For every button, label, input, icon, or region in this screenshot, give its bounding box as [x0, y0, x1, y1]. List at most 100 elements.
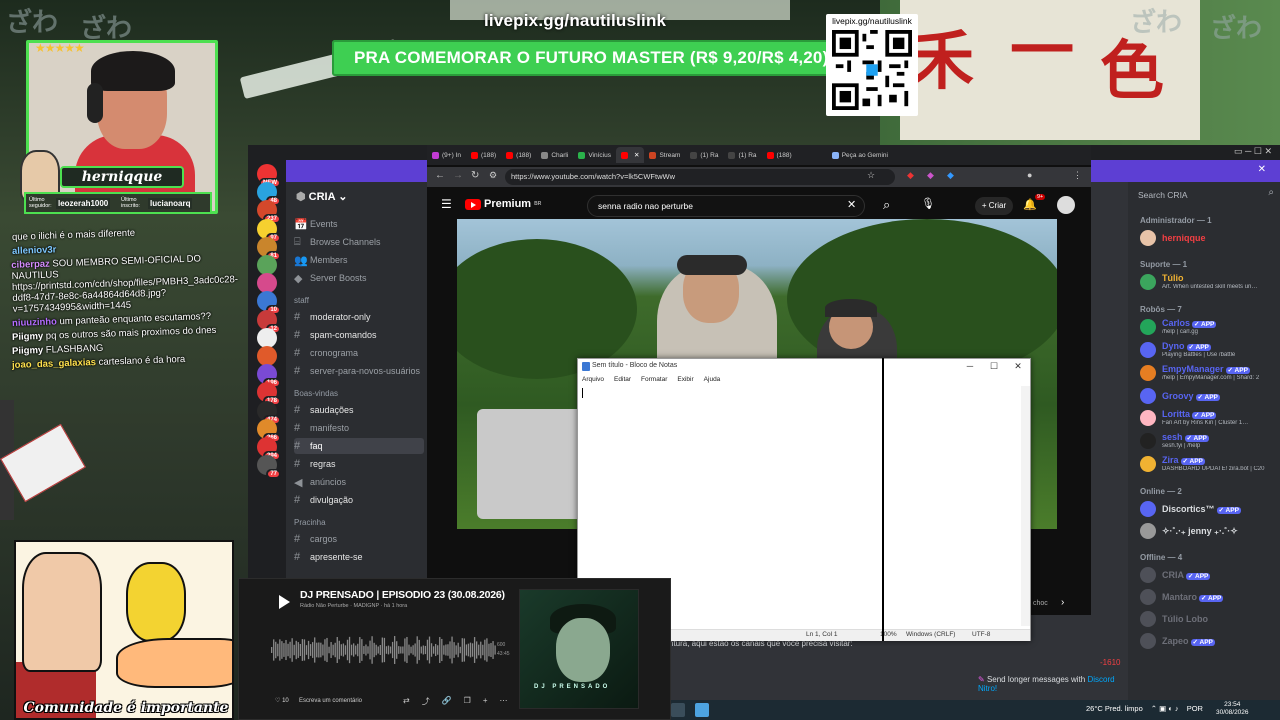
member-item[interactable]: herniqque — [1140, 228, 1276, 250]
youtube-search-input[interactable]: senna radio nao perturbe — [587, 195, 865, 217]
minimize-icon[interactable]: ─ — [958, 361, 982, 371]
member-item[interactable]: Dyno ✓ APP Playing Battles | Use /battle — [1140, 340, 1276, 362]
channel-item[interactable]: # cargos — [294, 531, 424, 547]
nav-item[interactable]: 👥 Members — [294, 252, 424, 268]
member-item[interactable]: sesh ✓ APP sesh.fyi | /help — [1140, 431, 1276, 453]
server-icon[interactable]: 474 — [257, 400, 281, 425]
channel-category[interactable]: Boas-vindas — [294, 389, 338, 398]
nav-item[interactable]: ◆ Server Boosts — [294, 270, 424, 286]
youtube-logo[interactable]: Premium BR — [465, 198, 541, 210]
server-icon[interactable]: 97 — [257, 218, 281, 243]
member-item[interactable]: Carlos ✓ APP/help | carl.gg — [1140, 317, 1276, 339]
channel-item[interactable]: ◀ anúncios — [294, 474, 424, 490]
server-icon[interactable]: 10 — [257, 291, 281, 316]
member-search-input[interactable]: Search CRIA — [1138, 190, 1188, 200]
nav-item[interactable]: ⌸ Browse Channels — [294, 234, 424, 250]
input-language[interactable]: POR — [1187, 704, 1203, 713]
maximize-icon[interactable]: ☐ — [982, 361, 1006, 372]
add-icon[interactable]: + — [483, 696, 488, 707]
channel-item[interactable]: # server-para-novos-usuários — [294, 363, 424, 379]
browser-tab[interactable]: (9+) In — [427, 147, 466, 163]
server-icon[interactable]: 294 — [257, 437, 281, 461]
back-icon[interactable]: ← — [435, 170, 445, 181]
profile-icon[interactable]: ● — [1027, 170, 1032, 180]
browser-tab[interactable]: Peça ao Gemini — [827, 147, 893, 163]
server-name[interactable]: ⬢ CRIA ⌄ — [296, 190, 347, 203]
channel-item[interactable]: # regras — [294, 456, 424, 472]
share-icon[interactable]: ⤴ — [422, 696, 430, 707]
chat-username[interactable]: alleniov3r — [12, 244, 57, 257]
member-item[interactable]: Loritta ✓ APP Fan Art by Rins Kin | Cluste… — [1140, 408, 1276, 430]
browser-tab[interactable]: Stream — [644, 147, 685, 163]
notepad-menu-item[interactable]: Exibir — [677, 376, 693, 383]
browser-tab[interactable]: Vinícius — [573, 147, 616, 163]
server-icon[interactable]: 178 — [257, 382, 281, 407]
clear-search-icon[interactable]: ✕ — [847, 198, 856, 211]
address-bar[interactable]: https://www.youtube.com/watch?v=lk5CWFtw… — [505, 169, 895, 185]
server-icon[interactable] — [257, 346, 277, 366]
notepad-menu-item[interactable]: Formatar — [641, 376, 667, 383]
tray-icons[interactable]: ⌃ ▣ ◐ ♪ — [1151, 704, 1179, 713]
channel-category[interactable]: Pracinha — [294, 518, 326, 527]
notifications-bell-icon[interactable]: 🔔 — [1023, 198, 1037, 211]
extension-icon-2[interactable]: ◆ — [927, 170, 934, 181]
server-icon[interactable]: 12 — [257, 309, 281, 334]
notepad-menu-item[interactable]: Ajuda — [704, 376, 721, 383]
taskbar-app-icon[interactable] — [671, 703, 685, 717]
chat-username[interactable]: joao_das_galaxias — [12, 357, 96, 371]
member-item[interactable]: EmpyManager ✓ APP/help | EmpyManager.com … — [1140, 363, 1276, 385]
like-button[interactable]: ♡ 10 — [275, 697, 289, 704]
link-icon[interactable]: 🔗 — [442, 696, 452, 707]
close-tab-icon[interactable]: ✕ — [634, 151, 639, 159]
channel-item[interactable]: # manifesto — [294, 420, 424, 436]
copy-icon[interactable]: ❐ — [464, 696, 471, 707]
member-item[interactable]: ✧·˚.‧₊ jenny ₊‧.˚·✧ — [1140, 521, 1276, 543]
nav-item[interactable]: 📅 Events — [294, 216, 424, 232]
chat-username[interactable]: Piigmy — [12, 331, 44, 343]
channel-item[interactable]: # apresente-se — [294, 549, 424, 565]
member-item[interactable]: Túlio Lobo — [1140, 609, 1276, 631]
chevron-right-icon[interactable]: › — [1061, 597, 1064, 608]
channel-item[interactable]: # divulgação — [294, 492, 424, 508]
extension-icon[interactable]: ◆ — [907, 170, 914, 181]
search-icon[interactable]: ⌕ — [883, 197, 890, 213]
chat-username[interactable]: niuuzinho — [12, 316, 57, 329]
channel-item[interactable]: # saudações — [294, 402, 424, 418]
hamburger-menu-icon[interactable]: ☰ — [441, 197, 452, 211]
server-icon[interactable]: 77 — [257, 455, 281, 480]
more-icon[interactable]: ⋯ — [500, 696, 508, 707]
browser-tab[interactable]: (1) Ra — [723, 147, 761, 163]
play-icon[interactable] — [275, 593, 293, 611]
server-icon[interactable] — [257, 273, 277, 294]
member-item[interactable]: Zira ✓ APP DASHBOARD UPDATE! zira.bot | C2… — [1140, 454, 1276, 476]
member-item[interactable]: CRIA ✓ APP — [1140, 565, 1276, 587]
taskbar-clock[interactable]: 23:54 30/08/2026 — [1216, 701, 1249, 717]
notepad-taskbar-icon[interactable] — [695, 703, 709, 717]
close-banner-icon[interactable]: ✕ — [1258, 164, 1266, 175]
browser-tab[interactable]: Charli — [536, 147, 573, 163]
create-button[interactable]: + Criar — [975, 197, 1013, 215]
menu-kebab-icon[interactable]: ⋮ — [1073, 170, 1082, 181]
bookmark-star-icon[interactable]: ☆ — [867, 170, 875, 181]
server-icon[interactable] — [257, 255, 277, 275]
server-icon[interactable]: 48 — [257, 182, 281, 207]
server-icon[interactable]: NEW — [257, 164, 281, 188]
search-icon[interactable]: ⌕ — [1268, 187, 1274, 198]
window-controls-icon[interactable]: ▭ ─ ☐ ✕ — [1234, 146, 1272, 157]
browser-tab[interactable]: ✕ — [615, 147, 645, 163]
repost-icon[interactable]: ⇄ — [403, 696, 410, 707]
server-icon[interactable]: 81 — [257, 236, 281, 261]
weather-text[interactable]: 26°C Pred. limpo — [1086, 704, 1143, 713]
avatar[interactable] — [1057, 196, 1075, 214]
notepad-scrollbar[interactable] — [1021, 386, 1030, 626]
server-icon[interactable]: 237 — [257, 200, 281, 225]
server-icon[interactable] — [257, 327, 277, 348]
member-item[interactable]: Zapeo ✓ APP — [1140, 631, 1276, 653]
browser-tab[interactable]: (188) — [501, 147, 536, 163]
channel-item[interactable]: # faq — [294, 438, 424, 454]
channel-item[interactable]: # cronograma — [294, 345, 424, 361]
channel-category[interactable]: staff — [294, 296, 309, 305]
notepad-menu-item[interactable]: Arquivo — [582, 376, 604, 383]
member-item[interactable]: Discortics™ ✓ APP — [1140, 499, 1276, 521]
channel-item[interactable]: # moderator-only — [294, 309, 424, 325]
